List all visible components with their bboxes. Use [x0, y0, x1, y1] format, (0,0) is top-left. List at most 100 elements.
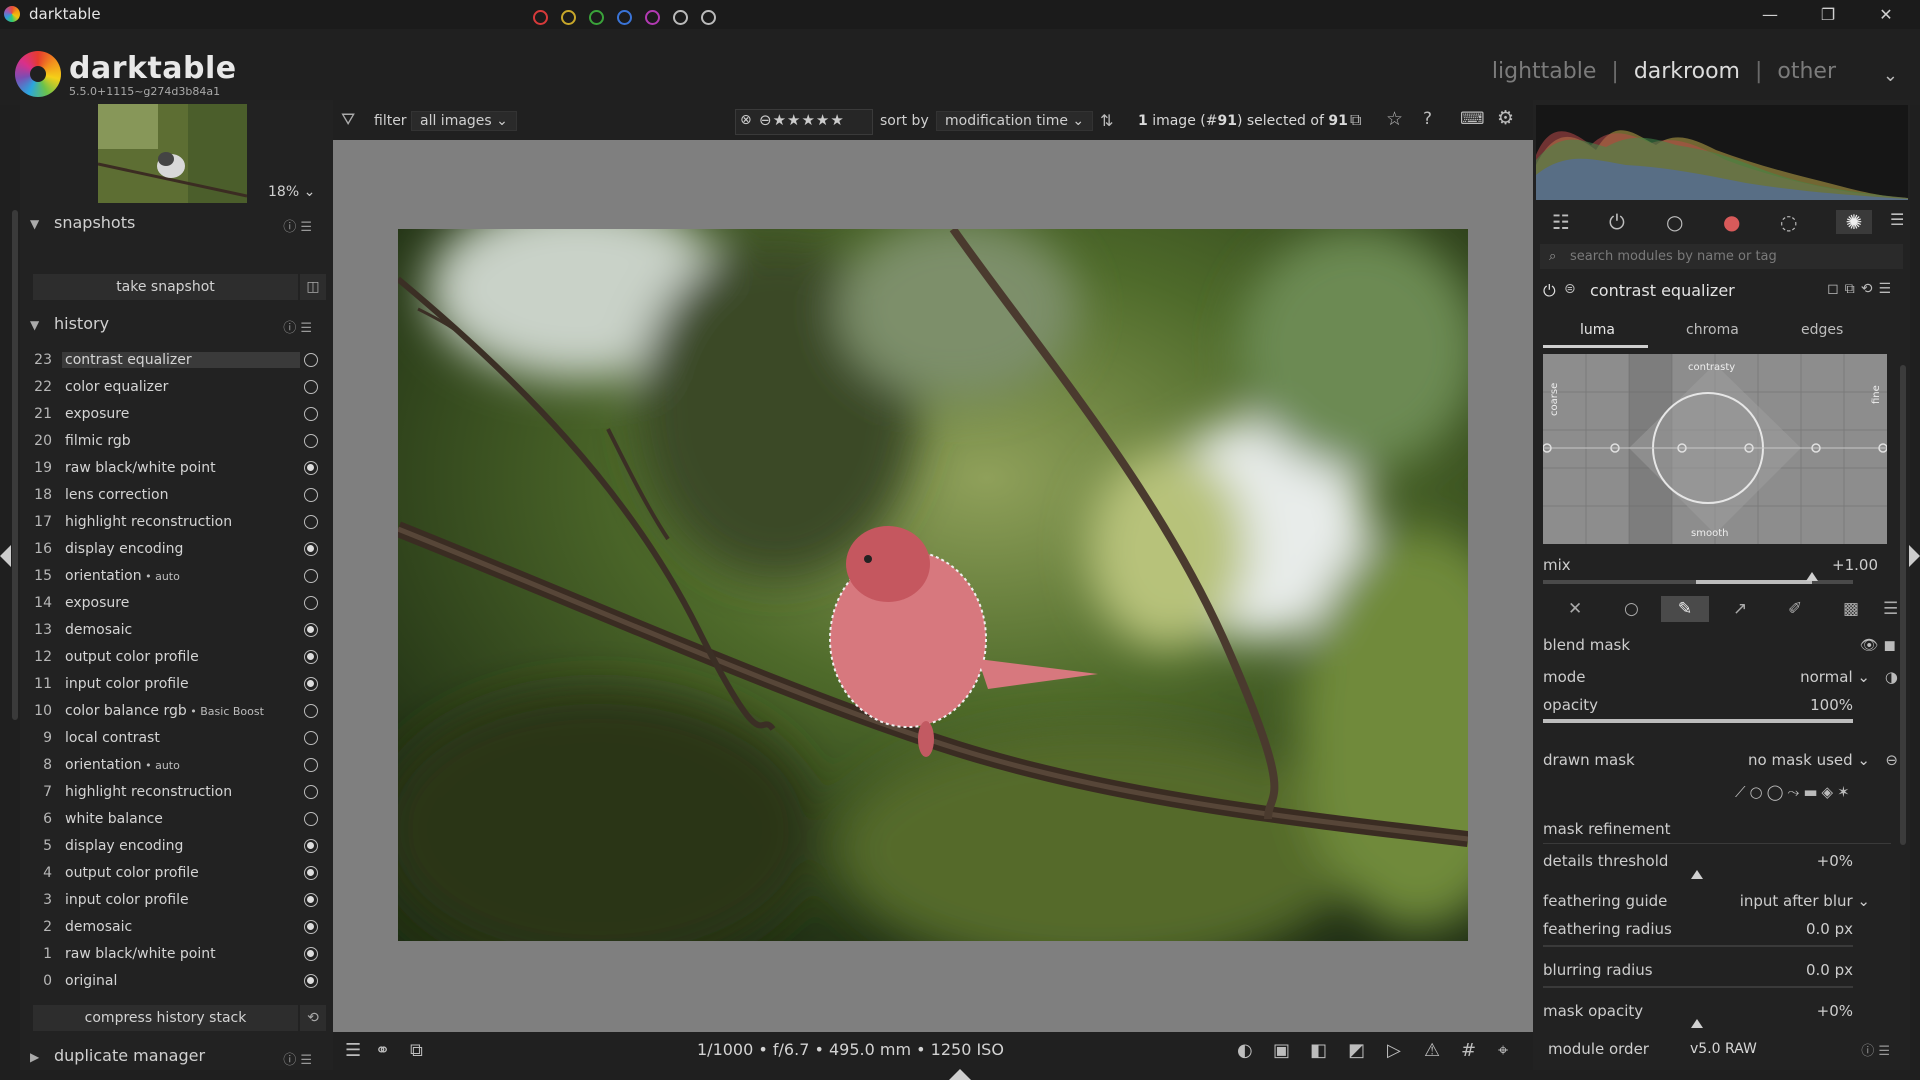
sort-dropdown[interactable]: modification time ⌄: [936, 111, 1094, 131]
history-item[interactable]: 23 contrast equalizer: [22, 352, 328, 374]
history-header-icons[interactable]: ⓘ ☰: [283, 317, 312, 336]
drawn-mask-dropdown[interactable]: no mask used ⌄: [1748, 751, 1870, 769]
yellow-label-toggle[interactable]: [561, 10, 576, 25]
filter-dropdown[interactable]: all images ⌄: [411, 111, 517, 131]
details-threshold-row[interactable]: details threshold +0%: [1543, 852, 1853, 872]
styles-icon[interactable]: ⚭: [375, 1040, 390, 1061]
left-panel-scrollbar[interactable]: [12, 210, 18, 720]
gamut-check-icon[interactable]: ▷: [1387, 1040, 1401, 1061]
help-icon[interactable]: ?: [1423, 109, 1432, 129]
module-order-icons[interactable]: ⓘ ☰: [1861, 1040, 1890, 1059]
history-item[interactable]: 10 color balance rgb • Basic Boost: [22, 703, 328, 725]
history-item[interactable]: 4 output color profile: [22, 865, 328, 887]
mode-row[interactable]: mode normal ⌄ ◑: [1543, 668, 1898, 688]
remove-mask-icon[interactable]: ⊖: [1885, 751, 1898, 769]
warning-icon[interactable]: ⚠: [1424, 1040, 1440, 1061]
module-groups-menu-icon[interactable]: ☰: [1890, 210, 1904, 229]
history-item[interactable]: 5 display encoding: [22, 838, 328, 860]
mask-opacity-knob[interactable]: [1691, 1019, 1703, 1028]
duplicate-manager-icons[interactable]: ⓘ ☰: [283, 1049, 312, 1068]
drawn-parametric-mask-icon[interactable]: ✐: [1788, 599, 1802, 619]
history-item[interactable]: 14 exposure: [22, 595, 328, 617]
snapshots-header-icons[interactable]: ⓘ ☰: [283, 216, 312, 235]
histogram[interactable]: [1536, 105, 1908, 200]
module-search-input[interactable]: ⌕ search modules by name or tag: [1540, 244, 1903, 269]
details-threshold-slider[interactable]: [1543, 870, 1853, 882]
blue-label-toggle[interactable]: [617, 10, 632, 25]
tab-luma[interactable]: luma: [1580, 322, 1615, 338]
close-button[interactable]: ✕: [1871, 3, 1901, 27]
feathering-guide-row[interactable]: feathering guide input after blur ⌄: [1543, 892, 1878, 912]
snapshot-compare-icon[interactable]: ◫: [300, 274, 326, 300]
history-item[interactable]: 0 original: [22, 973, 328, 995]
history-item[interactable]: 7 highlight reconstruction: [22, 784, 328, 806]
history-item[interactable]: 15 orientation • auto: [22, 568, 328, 590]
rating-filter[interactable]: ⊗ ⊖★★★★★: [735, 109, 873, 135]
history-reset-icon[interactable]: ⟲: [300, 1005, 326, 1031]
history-item[interactable]: 19 raw black/white point: [22, 460, 328, 482]
module-header[interactable]: ⏻ ⊜ contrast equalizer ◻⧉⟲☰: [1540, 279, 1903, 305]
blend-off-icon[interactable]: ✕: [1568, 599, 1582, 619]
history-item[interactable]: 13 demosaic: [22, 622, 328, 644]
collapse-right-panel-icon[interactable]: [1909, 545, 1920, 567]
filter-funnel-icon[interactable]: ⛛: [341, 110, 355, 130]
feathering-radius-slider[interactable]: [1543, 945, 1853, 947]
history-item[interactable]: 8 orientation • auto: [22, 757, 328, 779]
take-snapshot-button[interactable]: take snapshot: [33, 274, 298, 300]
rating-stars-icon[interactable]: ⊖★★★★★: [759, 111, 845, 129]
duplicate-manager-header[interactable]: ▶ duplicate manager: [30, 1046, 205, 1065]
details-threshold-knob[interactable]: [1691, 870, 1703, 879]
multi-instance-icon[interactable]: ⊜: [1564, 281, 1576, 297]
raster-mask-icon[interactable]: ▩: [1843, 599, 1859, 619]
feathering-radius-row[interactable]: feathering radius 0.0 px: [1543, 920, 1853, 940]
zoom-level[interactable]: 18% ⌄: [268, 184, 315, 200]
equalizer-graph[interactable]: contrasty smooth coarse fine: [1543, 354, 1887, 544]
effects-modules-icon[interactable]: ✺: [1836, 210, 1872, 234]
compress-history-button[interactable]: compress history stack: [33, 1005, 298, 1031]
active-modules-icon[interactable]: ⏻: [1609, 210, 1625, 234]
history-item[interactable]: 20 filmic rgb: [22, 433, 328, 455]
view-lighttable[interactable]: lighttable: [1492, 59, 1596, 84]
feathering-guide-dropdown[interactable]: input after blur ⌄: [1740, 892, 1870, 910]
history-header[interactable]: ▼ history: [30, 314, 109, 333]
focus-peaking-icon[interactable]: ⌖: [1498, 1040, 1508, 1061]
guides-icon[interactable]: #: [1461, 1040, 1476, 1061]
quick-presets-icon[interactable]: ☰: [345, 1040, 361, 1061]
collapse-left-panel-icon[interactable]: [0, 545, 11, 567]
mix-slider-knob[interactable]: [1806, 572, 1818, 581]
parametric-mask-icon[interactable]: ↗: [1733, 599, 1747, 619]
mix-slider[interactable]: [1543, 572, 1853, 584]
history-item[interactable]: 2 demosaic: [22, 919, 328, 941]
mask-visibility-icons[interactable]: 👁 ◼: [1860, 636, 1896, 654]
history-item[interactable]: 21 exposure: [22, 406, 328, 428]
history-item[interactable]: 16 display encoding: [22, 541, 328, 563]
history-item[interactable]: 1 raw black/white point: [22, 946, 328, 968]
quick-access-icon[interactable]: ☷: [1552, 210, 1570, 234]
purple-label-toggle[interactable]: [645, 10, 660, 25]
chevron-down-icon[interactable]: ⌄: [1883, 65, 1898, 86]
power-icon[interactable]: ⏻: [1543, 281, 1556, 301]
navigation-thumbnail[interactable]: [98, 104, 247, 203]
blend-menu-icon[interactable]: ☰: [1883, 599, 1898, 619]
keyboard-icon[interactable]: ⌨: [1460, 109, 1485, 129]
history-item[interactable]: 12 output color profile: [22, 649, 328, 671]
drawn-mask-row[interactable]: drawn mask no mask used ⌄ ⊖: [1543, 751, 1898, 771]
second-window-icon[interactable]: ⧉: [410, 1040, 423, 1061]
history-item[interactable]: 22 color equalizer: [22, 379, 328, 401]
module-header-icons[interactable]: ◻⧉⟲☰: [1827, 281, 1897, 297]
uniform-blend-icon[interactable]: ○: [1624, 599, 1639, 619]
red-label-toggle[interactable]: [533, 10, 548, 25]
mode-dropdown[interactable]: normal ⌄: [1800, 668, 1870, 686]
opacity-row[interactable]: opacity 100%: [1543, 696, 1853, 716]
iso12646-icon[interactable]: ◐: [1237, 1040, 1253, 1061]
mask-shape-tools[interactable]: ⟋○◯⤳▬◈✶: [1735, 783, 1854, 801]
maximize-button[interactable]: ❐: [1813, 3, 1843, 27]
raw-overexposed-icon[interactable]: ▣: [1273, 1040, 1290, 1061]
snapshots-header[interactable]: ▼ snapshots: [30, 213, 135, 232]
sort-order-icon[interactable]: ⇅: [1100, 111, 1113, 130]
history-item[interactable]: 18 lens correction: [22, 487, 328, 509]
right-panel-scrollbar[interactable]: [1900, 365, 1906, 845]
star-overlay-icon[interactable]: ☆: [1386, 108, 1403, 130]
history-item[interactable]: 3 input color profile: [22, 892, 328, 914]
label-operator-toggle[interactable]: [701, 10, 716, 25]
